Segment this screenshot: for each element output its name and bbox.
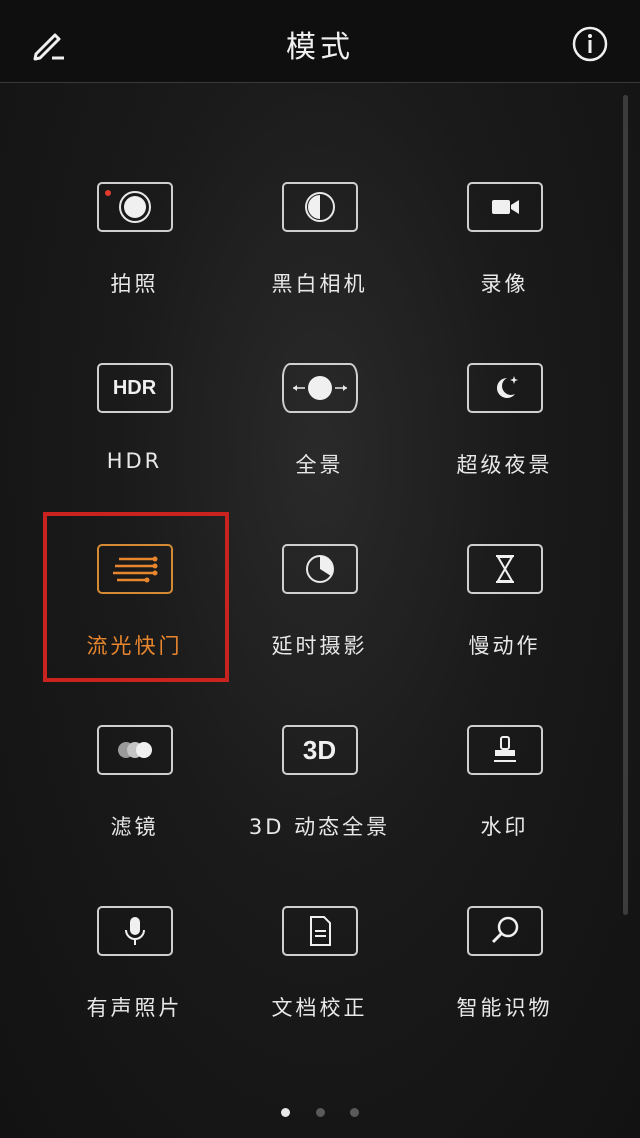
night-icon	[466, 363, 543, 413]
mode-label: HDR	[106, 449, 163, 473]
mode-super-night[interactable]: 超级夜景	[412, 331, 597, 501]
mode-3d-panorama[interactable]: 3D 3D 动态全景	[227, 693, 412, 863]
mode-hdr[interactable]: HDR HDR	[42, 331, 227, 501]
mode-video[interactable]: 录像	[412, 150, 597, 320]
page-dot-2[interactable]	[315, 1108, 325, 1117]
active-dot	[104, 190, 111, 196]
watermark-icon	[466, 725, 543, 775]
3d-panorama-icon: 3D	[281, 725, 358, 775]
mode-audio-photo[interactable]: 有声照片	[42, 874, 227, 1044]
audio-photo-icon	[96, 906, 173, 956]
mode-timelapse[interactable]: 延时摄影	[227, 512, 412, 682]
mode-watermark[interactable]: 水印	[412, 693, 597, 863]
camera-icon	[96, 182, 173, 232]
mode-label: 拍照	[110, 272, 159, 296]
mode-label: 水印	[480, 815, 529, 839]
mode-document-correction[interactable]: 文档校正	[227, 874, 412, 1044]
mode-label: 黑白相机	[271, 272, 368, 296]
mode-label: 滤镜	[110, 815, 159, 839]
monochrome-icon	[281, 182, 358, 232]
mode-label: 3D 动态全景	[248, 815, 391, 839]
filter-icon	[96, 725, 173, 775]
top-bar: 模式	[0, 0, 640, 83]
document-icon	[281, 906, 358, 956]
mode-panorama[interactable]: 全景	[227, 331, 412, 501]
hdr-icon: HDR	[96, 363, 173, 413]
search-icon	[466, 906, 543, 956]
page-dot-1[interactable]	[281, 1108, 291, 1117]
mode-slow-motion[interactable]: 慢动作	[412, 512, 597, 682]
mode-label: 慢动作	[468, 634, 541, 658]
page-dot-3[interactable]	[349, 1108, 359, 1117]
mode-smart-recognition[interactable]: 智能识物	[412, 874, 597, 1044]
slow-motion-icon	[466, 544, 543, 594]
mode-label: 全景	[295, 453, 344, 477]
info-icon[interactable]	[570, 24, 610, 64]
mode-label: 智能识物	[456, 996, 553, 1020]
video-icon	[466, 182, 543, 232]
mode-photo[interactable]: 拍照	[42, 150, 227, 320]
mode-label: 录像	[480, 272, 529, 296]
page-title: 模式	[286, 30, 354, 65]
mode-label: 超级夜景	[456, 453, 553, 477]
selection-highlight	[43, 512, 229, 682]
scrollbar[interactable]	[623, 95, 628, 915]
mode-label: 文档校正	[271, 996, 368, 1020]
page-indicator	[0, 1102, 640, 1121]
panorama-icon	[281, 363, 358, 413]
mode-monochrome[interactable]: 黑白相机	[227, 150, 412, 320]
mode-filter[interactable]: 滤镜	[42, 693, 227, 863]
timelapse-icon	[281, 544, 358, 594]
mode-label: 延时摄影	[271, 634, 368, 658]
mode-label: 有声照片	[86, 996, 183, 1020]
